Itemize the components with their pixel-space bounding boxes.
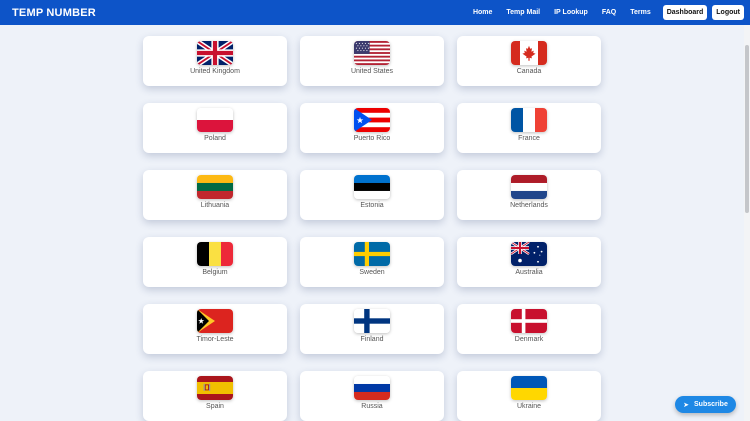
timor-leste-flag-icon bbox=[197, 309, 233, 333]
country-name: Ukraine bbox=[516, 403, 542, 410]
netherlands-flag-icon bbox=[511, 175, 547, 199]
country-name: United States bbox=[350, 68, 394, 75]
uk-flag-icon bbox=[197, 41, 233, 65]
country-name: Timor-Leste bbox=[196, 336, 234, 343]
country-name: United Kingdom bbox=[190, 68, 240, 75]
country-card-denmark[interactable]: Denmark bbox=[457, 304, 601, 354]
page-scrollbar[interactable] bbox=[744, 25, 750, 421]
country-name: Sweden bbox=[359, 269, 385, 276]
nav-link-temp-mail[interactable]: Temp Mail bbox=[506, 9, 540, 16]
denmark-flag-icon bbox=[511, 309, 547, 333]
subscribe-label: Subscribe bbox=[694, 401, 728, 408]
country-name: Spain bbox=[206, 403, 224, 410]
country-card-finland[interactable]: Finland bbox=[300, 304, 444, 354]
top-navbar: TEMP NUMBER Home Temp Mail IP Lookup FAQ… bbox=[0, 0, 750, 25]
lithuania-flag-icon bbox=[197, 175, 233, 199]
country-card-puerto-rico[interactable]: Puerto Rico bbox=[300, 103, 444, 153]
poland-flag-icon bbox=[197, 108, 233, 132]
sweden-flag-icon bbox=[354, 242, 390, 266]
country-card-netherlands[interactable]: Netherlands bbox=[457, 170, 601, 220]
country-card-timor-leste[interactable]: Timor-Leste bbox=[143, 304, 287, 354]
country-card-ukraine[interactable]: Ukraine bbox=[457, 371, 601, 421]
nav-link-ip-lookup[interactable]: IP Lookup bbox=[554, 9, 588, 16]
country-name: Denmark bbox=[514, 336, 544, 343]
finland-flag-icon bbox=[354, 309, 390, 333]
nav-link-faq[interactable]: FAQ bbox=[602, 9, 616, 16]
country-card-australia[interactable]: Australia bbox=[457, 237, 601, 287]
canada-flag-icon bbox=[511, 41, 547, 65]
country-name: Belgium bbox=[202, 269, 228, 276]
country-name: Finland bbox=[360, 336, 384, 343]
belgium-flag-icon bbox=[197, 242, 233, 266]
australia-flag-icon bbox=[511, 242, 547, 266]
country-name: France bbox=[518, 135, 540, 142]
country-name: Russia bbox=[361, 403, 383, 410]
country-card-estonia[interactable]: Estonia bbox=[300, 170, 444, 220]
puerto-rico-flag-icon bbox=[354, 108, 390, 132]
country-card-france[interactable]: France bbox=[457, 103, 601, 153]
subscribe-button[interactable]: ➤ Subscribe bbox=[675, 396, 736, 413]
country-card-spain[interactable]: Spain bbox=[143, 371, 287, 421]
ukraine-flag-icon bbox=[511, 376, 547, 400]
country-card-canada[interactable]: Canada bbox=[457, 36, 601, 86]
country-name: Lithuania bbox=[200, 202, 230, 209]
logout-button[interactable]: Logout bbox=[712, 5, 744, 20]
country-name: Estonia bbox=[360, 202, 384, 209]
nav-link-home[interactable]: Home bbox=[473, 9, 492, 16]
spain-flag-icon bbox=[197, 376, 233, 400]
brand-logo[interactable]: TEMP NUMBER bbox=[12, 7, 96, 19]
country-card-poland[interactable]: Poland bbox=[143, 103, 287, 153]
country-card-united-states[interactable]: United States bbox=[300, 36, 444, 86]
country-name: Australia bbox=[515, 269, 543, 276]
russia-flag-icon bbox=[354, 376, 390, 400]
country-card-united-kingdom[interactable]: United Kingdom bbox=[143, 36, 287, 86]
estonia-flag-icon bbox=[354, 175, 390, 199]
country-card-lithuania[interactable]: Lithuania bbox=[143, 170, 287, 220]
country-card-sweden[interactable]: Sweden bbox=[300, 237, 444, 287]
country-card-russia[interactable]: Russia bbox=[300, 371, 444, 421]
scrollbar-thumb[interactable] bbox=[745, 45, 749, 213]
dashboard-button[interactable]: Dashboard bbox=[662, 5, 708, 20]
country-name: Puerto Rico bbox=[353, 135, 391, 142]
country-grid: United Kingdom United States Canada Pola… bbox=[143, 36, 601, 421]
us-flag-icon bbox=[354, 41, 390, 65]
country-card-belgium[interactable]: Belgium bbox=[143, 237, 287, 287]
country-name: Canada bbox=[516, 68, 542, 75]
nav-link-terms[interactable]: Terms bbox=[630, 9, 651, 16]
telegram-icon: ➤ bbox=[683, 401, 689, 409]
country-name: Poland bbox=[204, 135, 226, 142]
france-flag-icon bbox=[511, 108, 547, 132]
country-name: Netherlands bbox=[510, 202, 548, 209]
nav-menu: Home Temp Mail IP Lookup FAQ Terms Dashb… bbox=[459, 5, 744, 20]
